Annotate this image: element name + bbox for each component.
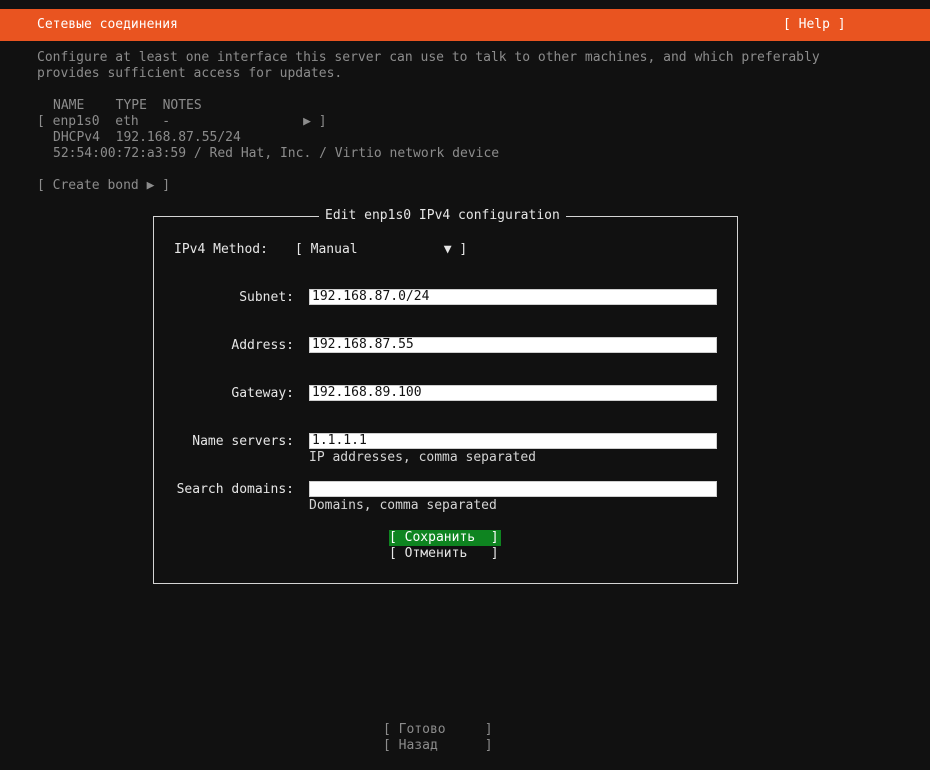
done-button[interactable]: [ Готово ] xyxy=(383,722,493,738)
nameservers-input[interactable] xyxy=(309,433,717,449)
subnet-label: Subnet: xyxy=(239,290,294,305)
dialog-title: Edit enp1s0 IPv4 configuration xyxy=(319,208,566,224)
intro-text-line2: provides sufficient access for updates. xyxy=(37,66,343,81)
cancel-button[interactable]: [ Отменить ] xyxy=(389,546,499,562)
gateway-input[interactable] xyxy=(309,385,717,401)
nameservers-label: Name servers: xyxy=(192,434,294,449)
interface-dhcp-info: DHCPv4 192.168.87.55/24 xyxy=(53,130,241,145)
ipv4-method-select[interactable]: [ Manual ▼ ] xyxy=(295,242,467,258)
address-input[interactable] xyxy=(309,337,717,353)
search-domains-help-text: Domains, comma separated xyxy=(309,498,497,513)
help-button[interactable]: [ Help ] xyxy=(783,17,846,33)
search-domains-label: Search domains: xyxy=(176,482,294,497)
header-bar: Сетевые соединения [ Help ] xyxy=(0,9,930,41)
back-button[interactable]: [ Назад ] xyxy=(383,738,493,754)
interface-device-info: 52:54:00:72:a3:59 / Red Hat, Inc. / Virt… xyxy=(53,146,500,161)
search-domains-input[interactable] xyxy=(309,481,717,497)
interfaces-table-header: NAME TYPE NOTES xyxy=(53,98,202,113)
ipv4-config-dialog: Edit enp1s0 IPv4 configuration IPv4 Meth… xyxy=(153,208,738,584)
gateway-label: Gateway: xyxy=(231,386,294,401)
save-button[interactable]: [ Сохранить ] xyxy=(389,530,501,546)
ipv4-method-label: IPv4 Method: xyxy=(174,242,268,257)
interface-row-enp1s0[interactable]: [ enp1s0 eth - ▶ ] xyxy=(37,114,327,130)
address-label: Address: xyxy=(231,338,294,353)
subnet-input[interactable] xyxy=(309,289,717,305)
page-title: Сетевые соединения xyxy=(37,17,178,32)
intro-text-line1: Configure at least one interface this se… xyxy=(37,50,820,65)
create-bond-button[interactable]: [ Create bond ▶ ] xyxy=(37,178,170,194)
nameservers-help-text: IP addresses, comma separated xyxy=(309,450,536,465)
